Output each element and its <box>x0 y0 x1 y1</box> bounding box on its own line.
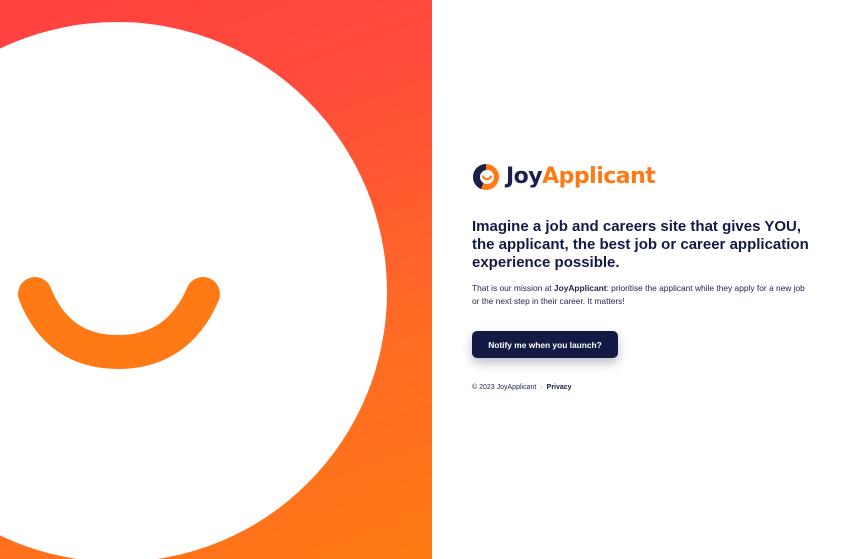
footer: © 2023 JoyApplicant · Privacy <box>472 384 572 391</box>
copyright-text: © 2023 JoyApplicant <box>472 384 537 391</box>
hero-illustration <box>0 22 387 559</box>
mission-brand: JoyApplicant <box>553 283 607 293</box>
brand-logo[interactable]: JoyApplicant <box>472 163 656 191</box>
page-headline: Imagine a job and careers site that give… <box>472 218 809 271</box>
notify-launch-button[interactable]: Notify me when you launch? <box>472 331 618 358</box>
mission-prefix: That is our mission at <box>472 283 554 293</box>
brand-name-joy: Joy <box>506 164 543 189</box>
brand-wordmark: JoyApplicant <box>506 164 656 189</box>
footer-separator: · <box>540 384 543 391</box>
mission-statement: That is our mission at JoyApplicant: pri… <box>472 282 812 307</box>
brand-name-applicant: Applicant <box>542 164 656 189</box>
privacy-link[interactable]: Privacy <box>547 384 572 391</box>
content-panel: JoyApplicant Imagine a job and careers s… <box>432 0 864 559</box>
hero-panel <box>0 0 432 559</box>
smiley-location-pin-icon <box>473 164 499 190</box>
